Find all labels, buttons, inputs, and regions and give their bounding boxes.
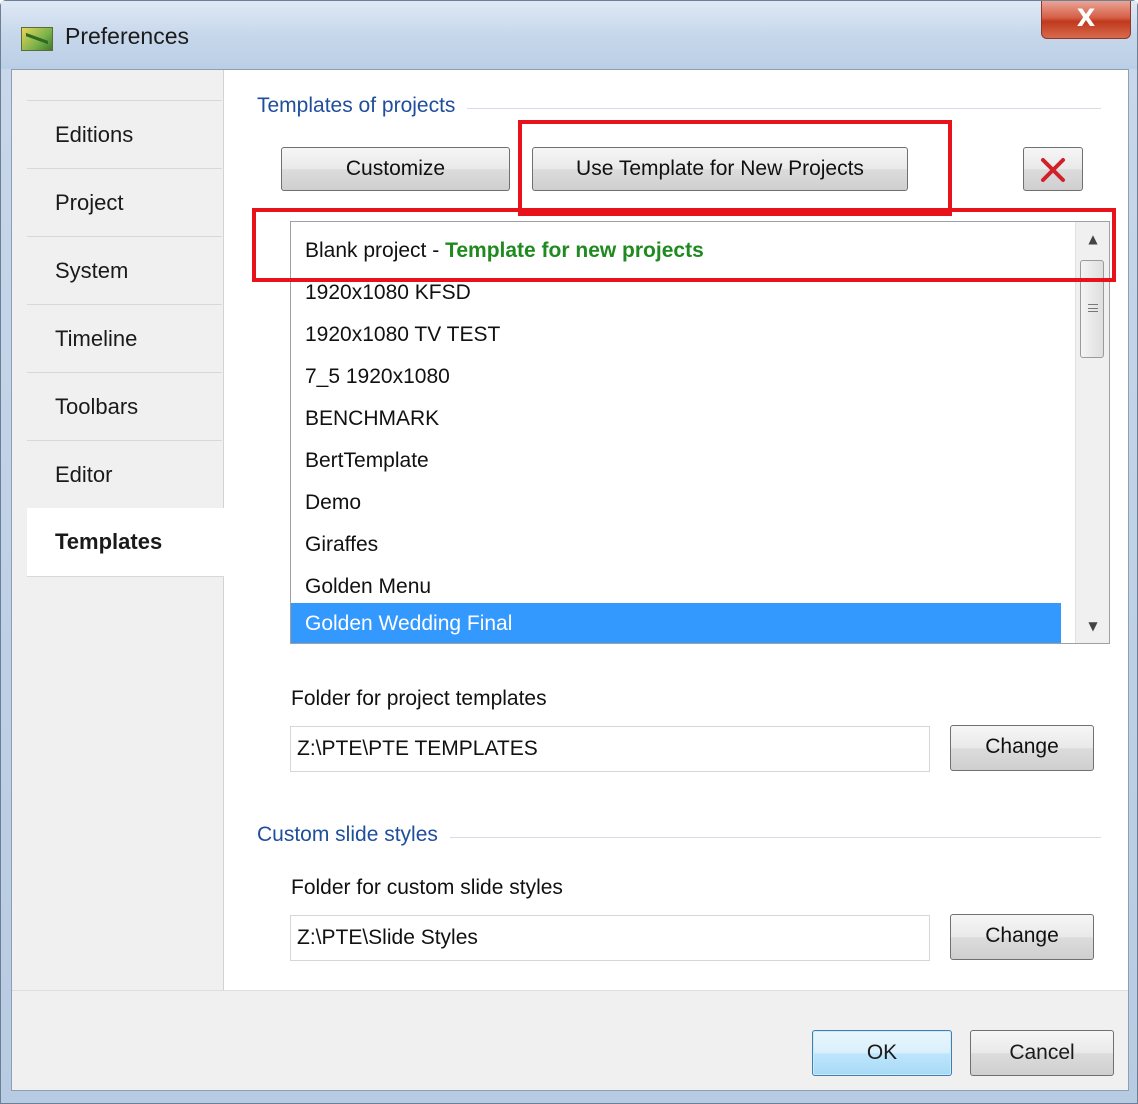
slide-styles-folder-field[interactable]: Z:\PTE\Slide Styles [290,915,930,961]
preferences-window: Preferences X Editions Project System Ti… [0,0,1138,1104]
templates-group-title: Templates of projects [257,94,468,118]
dialog-client-area: Editions Project System Timeline Toolbar… [11,69,1129,1091]
title-bar[interactable]: Preferences X [1,1,1137,69]
list-item-selected[interactable]: Golden Wedding Final [291,603,1061,643]
sidebar: Editions Project System Timeline Toolbar… [12,70,224,990]
list-item[interactable]: 1920x1080 TV TEST [291,314,1061,356]
list-item[interactable]: Golden Menu [291,566,1061,608]
slide-styles-group-title: Custom slide styles [257,823,450,847]
project-templates-folder-label: Folder for project templates [291,687,547,710]
change-templates-folder-button[interactable]: Change [950,725,1094,771]
delete-template-button[interactable] [1023,147,1083,191]
templates-panel: Templates of projects Customize Use Temp… [224,70,1128,990]
cancel-button[interactable]: Cancel [970,1030,1114,1076]
close-window-button[interactable]: X [1041,1,1131,39]
dialog-footer: OK Cancel [12,990,1128,1090]
sidebar-item-templates[interactable]: Templates [27,508,224,576]
preferences-app-icon [21,27,53,51]
window-title: Preferences [65,23,190,49]
grip-icon [1088,304,1098,312]
delete-x-icon [1041,158,1065,182]
ok-button[interactable]: OK [812,1030,952,1076]
slide-styles-folder-label: Folder for custom slide styles [291,876,563,899]
sidebar-item-editions[interactable]: Editions [27,100,222,168]
annotation-highlight-blank-project [252,208,1116,282]
list-item[interactable]: Demo [291,482,1061,524]
sidebar-item-timeline[interactable]: Timeline [27,304,222,372]
change-slide-styles-folder-button[interactable]: Change [950,914,1094,960]
sidebar-item-editor[interactable]: Editor [27,440,222,508]
customize-button[interactable]: Customize [281,147,510,191]
list-scrollbar[interactable]: ▲ ▼ [1075,222,1109,643]
list-item[interactable]: Giraffes [291,524,1061,566]
list-item[interactable]: 7_5 1920x1080 [291,356,1061,398]
close-icon: X [1076,4,1096,32]
annotation-highlight-use-template [518,120,952,216]
project-templates-folder-field[interactable]: Z:\PTE\PTE TEMPLATES [290,726,930,772]
scroll-down-icon[interactable]: ▼ [1076,609,1109,643]
list-item[interactable]: BENCHMARK [291,398,1061,440]
sidebar-item-toolbars[interactable]: Toolbars [27,372,222,440]
list-item[interactable]: BertTemplate [291,440,1061,482]
sidebar-item-system[interactable]: System [27,236,222,304]
template-list[interactable]: Blank project - Template for new project… [290,221,1110,644]
sidebar-item-project[interactable]: Project [27,168,222,236]
